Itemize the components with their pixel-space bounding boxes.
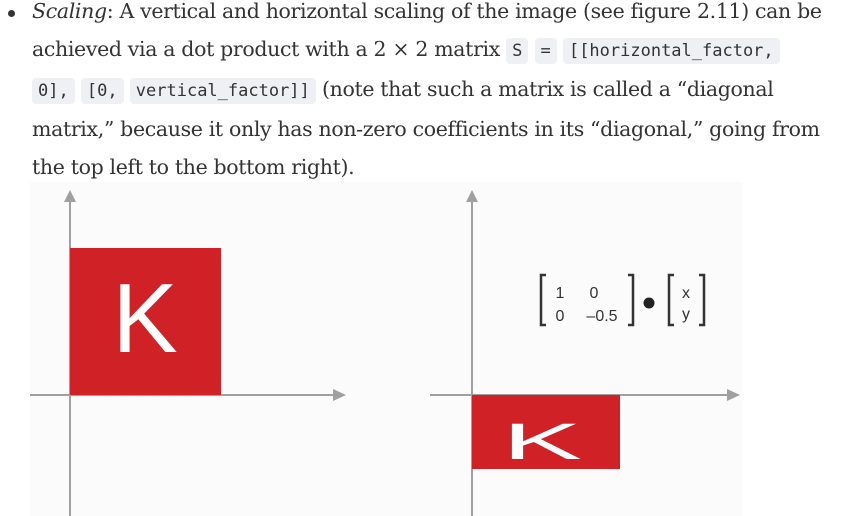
vector-cell: x bbox=[682, 285, 690, 302]
text: (note that such a matrix is called a “di… bbox=[315, 77, 774, 101]
matrix-cell: 0 bbox=[590, 285, 599, 302]
x-axis-arrow-icon bbox=[727, 389, 740, 401]
x-axis-arrow-icon bbox=[333, 389, 346, 401]
bracket-left bbox=[539, 273, 546, 327]
text: matrix,” because it only has non-zero co… bbox=[32, 117, 820, 141]
vector-cell: y bbox=[682, 306, 690, 323]
bracket-left bbox=[667, 273, 674, 327]
dot-product-icon bbox=[643, 297, 655, 309]
code-s: S bbox=[506, 38, 529, 64]
matrix-expression: 1 0 0 –0.5 x y bbox=[539, 273, 706, 327]
right-panel: K 1 0 0 –0.5 x y bbox=[430, 190, 740, 516]
text: : A vertical and horizontal scaling of t… bbox=[106, 0, 822, 23]
matrix-cell: 1 bbox=[556, 285, 565, 302]
y-axis-arrow-icon bbox=[64, 190, 76, 202]
matrix-cell: 0 bbox=[556, 308, 565, 325]
scaling-paragraph: Scaling: A vertical and horizontal scali… bbox=[32, 0, 853, 186]
code-matrix-part-1: [[horizontal_factor, bbox=[562, 38, 780, 64]
code-matrix-part-3: [0, bbox=[80, 78, 124, 104]
bracket-right bbox=[699, 273, 706, 327]
bracket-right bbox=[628, 273, 635, 327]
bullet-marker bbox=[8, 10, 15, 17]
k-letter-flipped: K bbox=[502, 414, 582, 470]
code-matrix-part-2: 0], bbox=[32, 78, 75, 104]
text: achieved via a dot product with a 2 × 2 … bbox=[32, 37, 507, 61]
matrix-cell: –0.5 bbox=[586, 308, 617, 325]
figure-scaling: K K 1 0 0 –0.5 x y bbox=[30, 182, 742, 516]
code-matrix-part-4: vertical_factor]] bbox=[129, 78, 316, 104]
y-axis-arrow-icon bbox=[466, 190, 478, 202]
text: the top left to the bottom right). bbox=[32, 155, 355, 179]
left-panel: K bbox=[30, 190, 346, 516]
code-eq: = bbox=[534, 38, 557, 64]
term-scaling: Scaling bbox=[32, 0, 107, 23]
k-letter: K bbox=[112, 263, 177, 373]
